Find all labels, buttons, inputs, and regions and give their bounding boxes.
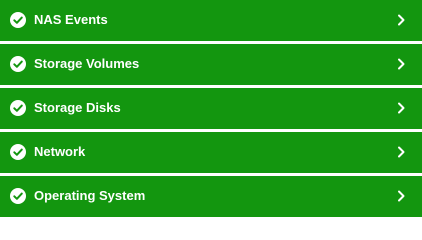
status-row-operating-system[interactable]: Operating System <box>0 176 422 217</box>
chevron-right-icon <box>398 14 405 26</box>
chevron-right-icon <box>398 146 405 158</box>
status-row-storage-volumes[interactable]: Storage Volumes <box>0 44 422 85</box>
check-circle-icon <box>10 56 26 72</box>
check-circle-icon <box>10 12 26 28</box>
status-row-nas-events[interactable]: NAS Events <box>0 0 422 41</box>
chevron-right-icon <box>398 58 405 70</box>
status-row-label: Storage Volumes <box>34 56 140 71</box>
check-circle-icon <box>10 144 26 160</box>
check-circle-icon <box>10 100 26 116</box>
status-row-label: Storage Disks <box>34 100 121 115</box>
chevron-right-icon <box>398 102 405 114</box>
status-row-label: Network <box>34 144 86 159</box>
status-row-label: NAS Events <box>34 12 108 27</box>
check-circle-icon <box>10 188 26 204</box>
chevron-right-icon <box>398 190 405 202</box>
status-row-label: Operating System <box>34 188 146 203</box>
status-list: NAS Events Storage Volumes Storage Disks… <box>0 0 422 217</box>
status-row-network[interactable]: Network <box>0 132 422 173</box>
status-row-storage-disks[interactable]: Storage Disks <box>0 88 422 129</box>
